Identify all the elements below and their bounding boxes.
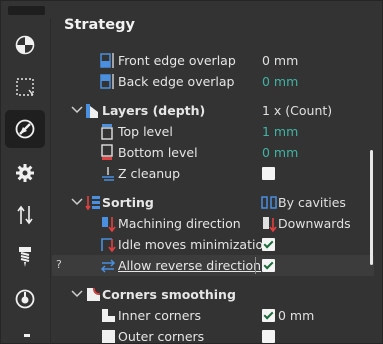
sidebar-item-links[interactable]: [5, 196, 45, 234]
layers-depth-label: Layers (depth): [102, 103, 206, 118]
sorting-value[interactable]: By cavities: [278, 195, 346, 210]
inner-corners-value[interactable]: 0 mm: [278, 308, 314, 323]
panel-title: Strategy: [64, 17, 135, 33]
material-sphere-icon: [15, 35, 35, 55]
sidebar-item-material[interactable]: [5, 26, 45, 64]
vertical-scrollbar[interactable]: [370, 150, 373, 265]
window-grip[interactable]: [8, 6, 45, 15]
front-edge-icon: [100, 53, 114, 68]
sidebar-divider: [50, 18, 51, 344]
sorting-label: Sorting: [102, 195, 154, 210]
front-edge-overlap-row[interactable]: Front edge overlap 0 mm: [52, 50, 374, 71]
top-level-icon: [101, 124, 113, 140]
sidebar: [0, 18, 50, 344]
back-edge-overlap-label: Back edge overlap: [118, 74, 235, 89]
outer-corners-icon: [102, 330, 115, 343]
z-cleanup-row[interactable]: Z cleanup: [52, 163, 374, 184]
bottom-level-row[interactable]: Bottom level 0 mm: [52, 142, 374, 163]
sidebar-item-selection[interactable]: [5, 68, 45, 106]
downwards-icon: [263, 217, 277, 232]
sidebar-item-disc[interactable]: [5, 280, 45, 318]
allow-reverse-checkbox[interactable]: [262, 259, 275, 272]
idle-moves-checkbox[interactable]: [262, 238, 275, 251]
text-cursor: [255, 257, 256, 274]
layers-depth-value[interactable]: 1 x (Count): [262, 103, 332, 118]
disc-icon: [15, 289, 35, 309]
sidebar-item-strategy[interactable]: [5, 110, 45, 148]
bottom-level-icon: [101, 144, 113, 160]
layers-depth-row[interactable]: Layers (depth) 1 x (Count): [52, 100, 374, 121]
inner-corners-row[interactable]: Inner corners 0 mm: [52, 305, 374, 326]
more-indicator: [24, 334, 30, 337]
inner-corners-checkbox[interactable]: [262, 309, 275, 322]
bottom-level-value[interactable]: 0 mm: [262, 145, 298, 160]
outer-corners-label: Outer corners: [118, 329, 205, 344]
dashed-selection-icon: [16, 78, 34, 96]
machining-direction-row[interactable]: Machining direction Downwards: [52, 213, 374, 234]
reverse-arrows-icon: [100, 259, 116, 273]
front-edge-overlap-label: Front edge overlap: [118, 53, 236, 68]
by-cavities-icon: [261, 196, 277, 209]
gear-icon: [16, 164, 34, 182]
layers-icon: [86, 104, 98, 118]
chevron-down-icon[interactable]: [70, 195, 84, 209]
allow-reverse-row[interactable]: ? Allow reverse direction: [52, 255, 374, 276]
back-edge-icon: [100, 74, 114, 89]
machining-direction-value[interactable]: Downwards: [278, 216, 351, 231]
idle-moves-icon: [101, 238, 116, 253]
corners-smoothing-label: Corners smoothing: [102, 287, 236, 302]
strategy-compass-icon: [15, 119, 35, 139]
top-level-row[interactable]: Top level 1 mm: [52, 121, 374, 142]
sidebar-item-settings[interactable]: [5, 154, 45, 192]
sorting-row[interactable]: Sorting By cavities: [52, 192, 374, 213]
back-edge-overlap-row[interactable]: Back edge overlap 0 mm: [52, 71, 374, 92]
allow-reverse-label[interactable]: Allow reverse direction: [118, 258, 261, 273]
front-edge-overlap-value[interactable]: 0 mm: [262, 53, 298, 68]
up-down-arrows-icon: [17, 205, 33, 225]
machining-direction-label: Machining direction: [118, 216, 241, 231]
idle-moves-label: Idle moves minimization: [118, 237, 272, 252]
bottom-level-label: Bottom level: [118, 145, 198, 160]
sidebar-item-tool[interactable]: [5, 238, 45, 276]
inner-corners-icon: [102, 309, 115, 322]
z-cleanup-label: Z cleanup: [118, 166, 181, 181]
corners-smoothing-row[interactable]: Corners smoothing: [52, 284, 374, 305]
z-cleanup-icon: [102, 167, 114, 181]
top-level-label: Top level: [118, 124, 173, 139]
idle-moves-row[interactable]: Idle moves minimization: [52, 234, 374, 255]
back-edge-overlap-value[interactable]: 0 mm: [262, 74, 298, 89]
chevron-down-icon[interactable]: [70, 287, 84, 301]
machining-direction-icon: [102, 217, 116, 232]
sorting-icon: [85, 196, 100, 211]
outer-corners-row[interactable]: Outer corners: [52, 326, 374, 344]
help-indicator[interactable]: ?: [56, 258, 62, 271]
corners-smoothing-icon: [87, 287, 101, 301]
chevron-down-icon[interactable]: [70, 103, 84, 117]
drill-tool-icon: [19, 247, 31, 267]
z-cleanup-checkbox[interactable]: [262, 167, 275, 180]
inner-corners-label: Inner corners: [118, 308, 202, 323]
outer-corners-checkbox[interactable]: [262, 330, 275, 343]
top-level-value[interactable]: 1 mm: [262, 124, 298, 139]
